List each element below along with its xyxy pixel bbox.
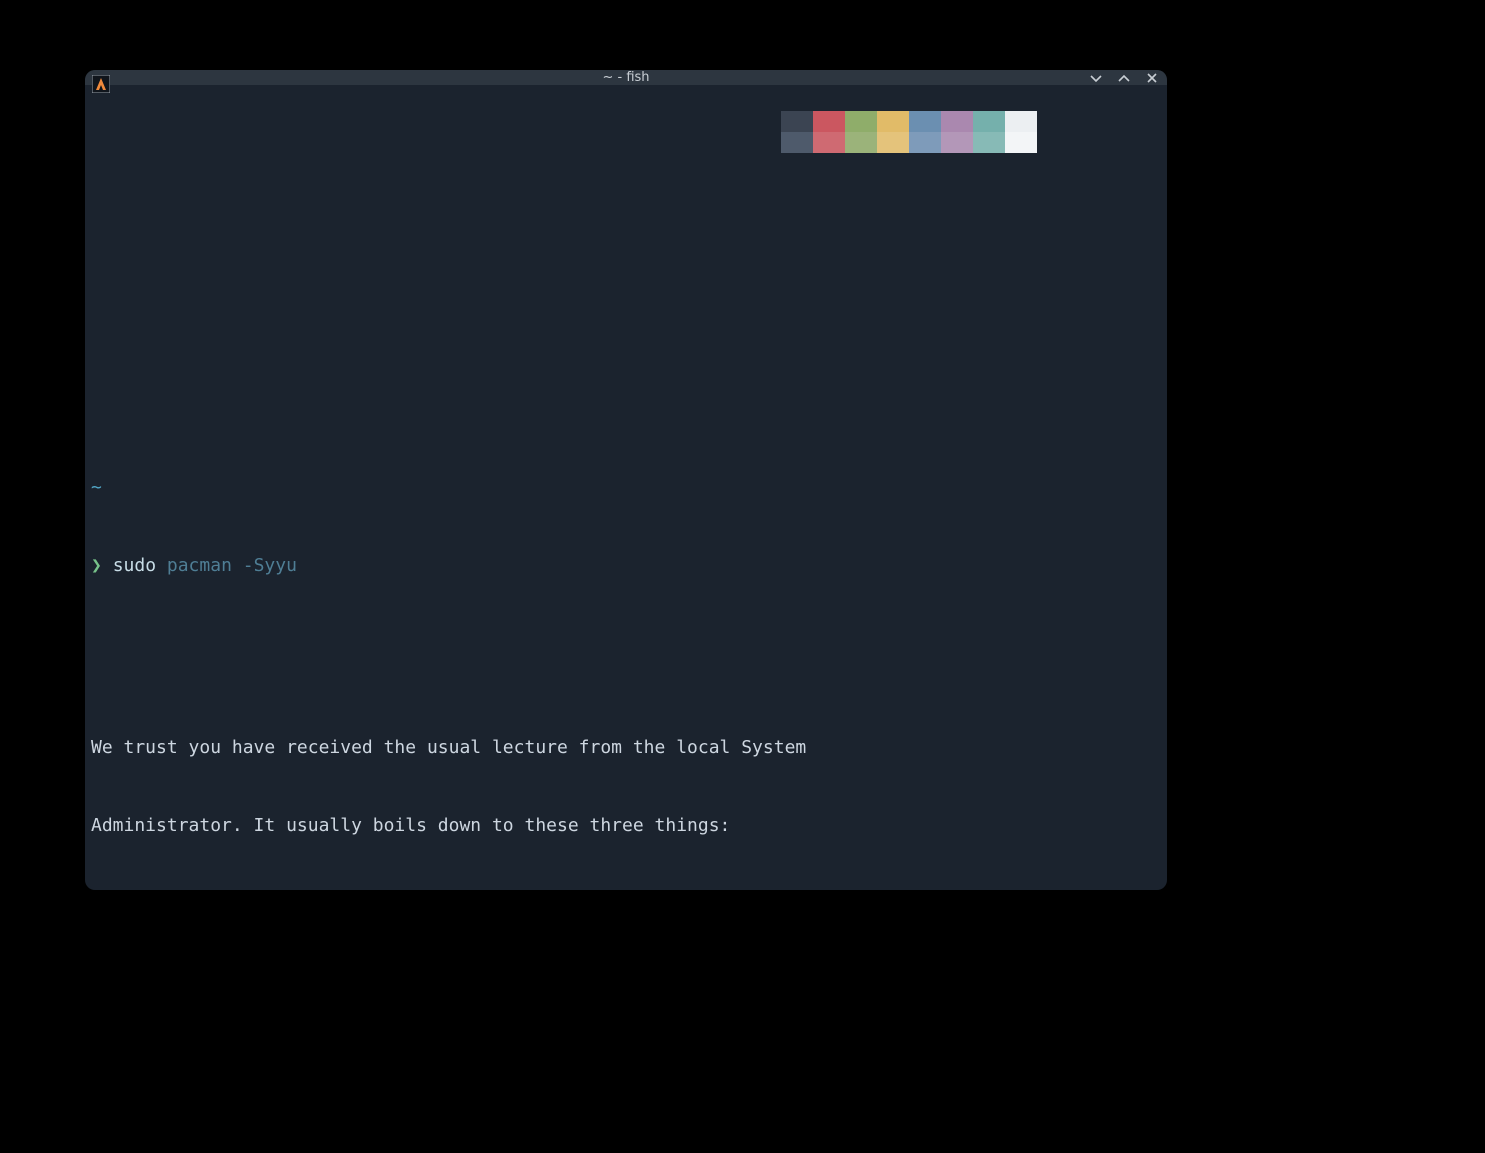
titlebar[interactable]: ~ - fish: [85, 70, 1167, 85]
color-swatches: [781, 111, 1037, 153]
palette-swatch: [941, 132, 973, 153]
palette-swatch: [909, 132, 941, 153]
palette-swatch: [813, 111, 845, 132]
palette-swatch: [781, 111, 813, 132]
prompt-line: ❯ sudo pacman -Syyu: [91, 553, 1161, 579]
palette-swatch: [877, 111, 909, 132]
palette-swatch: [877, 132, 909, 153]
palette-swatch: [845, 111, 877, 132]
palette-swatch: [845, 132, 877, 153]
sudo-lecture: We trust you have received the usual lec…: [91, 735, 1161, 761]
prompt-cwd: ~: [91, 475, 1161, 501]
sudo-lecture: Administrator. It usually boils down to …: [91, 813, 1161, 839]
terminal-body[interactable]: ~ ❯ sudo pacman -Syyu We trust you have …: [85, 85, 1167, 890]
palette-swatch: [941, 111, 973, 132]
palette-swatch: [973, 132, 1005, 153]
window-controls: [1087, 70, 1161, 85]
palette-swatch: [909, 111, 941, 132]
terminal-window: ~ - fish ~ ❯ sudo pacman -Syyu We trust …: [85, 70, 1167, 890]
palette-swatch: [781, 132, 813, 153]
palette-swatch: [813, 132, 845, 153]
palette-swatch: [1005, 132, 1037, 153]
palette-swatch: [1005, 111, 1037, 132]
window-title: ~ - fish: [602, 70, 649, 85]
palette-swatch: [973, 111, 1005, 132]
